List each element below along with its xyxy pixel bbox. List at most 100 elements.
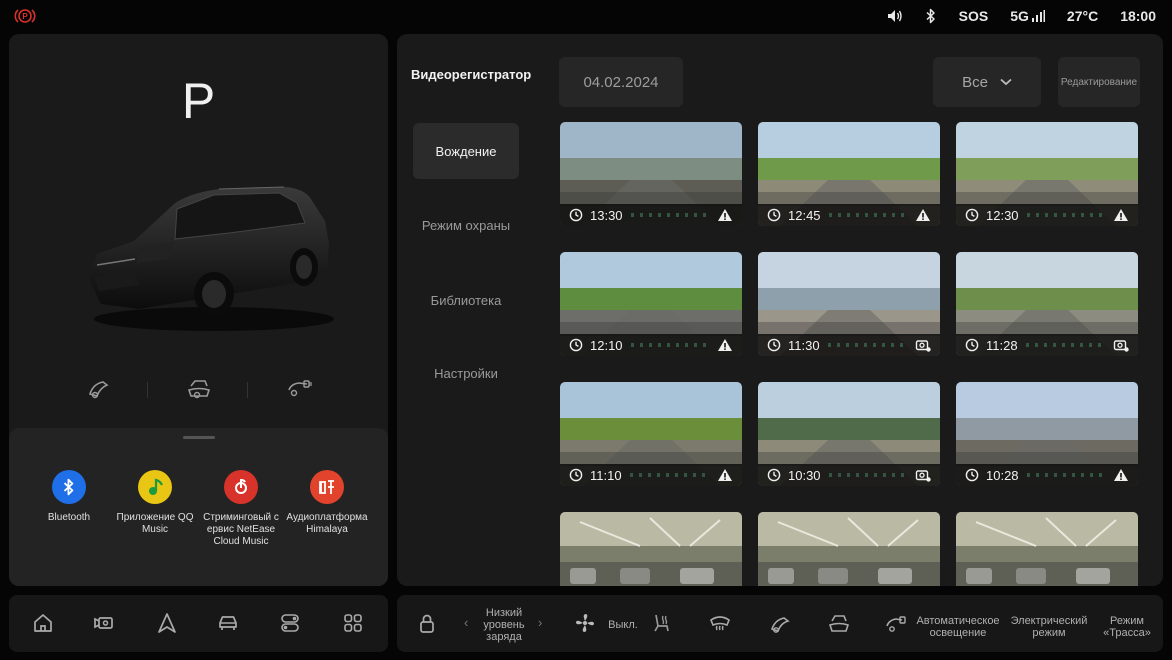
app-bluetooth[interactable]: Bluetooth <box>27 470 111 524</box>
clip-preview-image <box>560 512 742 586</box>
clock-icon <box>569 208 583 222</box>
home-icon[interactable] <box>31 611 55 635</box>
clip-timeline <box>828 213 907 217</box>
photo-icon <box>1113 340 1129 352</box>
clip-time: 12:30 <box>986 207 1019 223</box>
clip-time: 11:28 <box>986 337 1018 353</box>
clip-time: 11:10 <box>590 467 622 483</box>
clip-thumbnail[interactable]: 11:10 <box>560 382 742 486</box>
volume-icon[interactable] <box>887 9 903 23</box>
qq-music-icon <box>138 470 172 504</box>
sos-label[interactable]: SOS <box>959 8 989 24</box>
warning-icon <box>718 469 732 481</box>
highway-mode-toggle[interactable]: Режим «Трасса» <box>1097 615 1157 639</box>
apps-drawer: Bluetooth Приложение QQ Music Стримингов… <box>9 428 388 586</box>
photo-icon <box>915 470 931 482</box>
clip-thumbnail[interactable]: 11:30 <box>758 252 940 356</box>
netease-music-icon <box>224 470 258 504</box>
edit-button[interactable]: Редактирование <box>1058 57 1140 107</box>
seat-heating-icon[interactable] <box>649 611 673 635</box>
himalaya-icon <box>310 470 344 504</box>
defrost-icon[interactable] <box>708 611 732 635</box>
chevron-left-icon[interactable]: ‹ <box>464 615 468 630</box>
clip-thumbnail[interactable] <box>758 512 940 586</box>
car-image <box>89 186 334 331</box>
clip-timeline <box>1026 473 1105 477</box>
fan-icon[interactable] <box>573 611 597 635</box>
chevron-right-icon[interactable]: › <box>538 615 542 630</box>
warning-icon <box>718 339 732 351</box>
temperature: 27°C <box>1066 8 1099 24</box>
photo-icon <box>915 340 931 352</box>
car-settings-icon[interactable] <box>216 611 240 635</box>
clock-icon <box>767 208 781 222</box>
clip-time: 11:30 <box>788 337 820 353</box>
parking-brake-warning-icon: P <box>14 9 36 23</box>
clip-info-bar: 11:10 <box>560 464 742 486</box>
battery-mode-label[interactable]: Низкий уровень заряда <box>475 607 533 643</box>
auto-light-toggle[interactable]: Автоматическое освещение <box>911 615 1005 639</box>
lock-icon[interactable] <box>415 611 439 635</box>
clip-thumbnail[interactable]: 11:28 <box>956 252 1138 356</box>
clip-timeline <box>629 473 709 477</box>
apps-grid-icon[interactable] <box>341 611 365 635</box>
clock-icon <box>965 338 979 352</box>
nav-settings[interactable]: Настройки <box>413 345 519 401</box>
clip-info-bar: 12:10 <box>560 334 742 356</box>
electric-mode-toggle[interactable]: Электрический режим <box>1005 615 1093 639</box>
date-picker[interactable]: 04.02.2024 <box>559 57 683 107</box>
clip-thumbnail[interactable]: 12:45 <box>758 122 940 226</box>
clip-thumbnail[interactable]: 10:30 <box>758 382 940 486</box>
warning-icon <box>916 209 930 221</box>
clip-timeline <box>827 343 907 347</box>
signal-icon <box>1031 10 1045 22</box>
clip-time: 12:10 <box>590 337 623 353</box>
clip-timeline <box>1026 213 1105 217</box>
clip-info-bar: 12:45 <box>758 204 940 226</box>
filter-dropdown[interactable]: Все <box>933 57 1041 107</box>
app-label: Аудиоплатформа Himalaya <box>286 512 368 535</box>
charging-cable-icon[interactable] <box>285 374 313 402</box>
svg-text:P: P <box>22 12 28 21</box>
network-indicator: 5G <box>1010 8 1045 24</box>
clip-preview-image <box>956 512 1138 586</box>
gear-indicator: P <box>181 73 216 129</box>
camera-icon[interactable] <box>92 611 116 635</box>
chevron-down-icon <box>1000 78 1012 86</box>
bluetooth-icon <box>52 470 86 504</box>
bluetooth-icon[interactable] <box>925 8 937 24</box>
dock-navigation <box>9 595 388 652</box>
clip-thumbnail[interactable] <box>560 512 742 586</box>
clock-icon <box>767 338 781 352</box>
toggles-icon[interactable] <box>278 611 302 635</box>
clip-thumbnail[interactable]: 10:28 <box>956 382 1138 486</box>
app-qq-music[interactable]: Приложение QQ Music <box>113 470 197 536</box>
trunk-icon[interactable] <box>185 374 213 402</box>
filter-value: Все <box>962 73 988 91</box>
dashcam-panel: Видеорегистратор Вождение Режим охраны Б… <box>397 34 1163 586</box>
dock-quick-controls: ‹ Низкий уровень заряда › Выкл. Автомати… <box>397 595 1163 652</box>
clip-grid: 13:30 12:45 12:30 12:10 11:30 11:28 11:10 10:30… <box>560 122 1140 586</box>
navigation-icon[interactable] <box>155 611 179 635</box>
nav-driving[interactable]: Вождение <box>413 123 519 179</box>
vehicle-panel: P Bluetooth Приложение QQ Music Стриминг… <box>9 34 388 586</box>
clip-time: 13:30 <box>590 207 623 223</box>
app-label: Стриминговый с ервис NetEase Cloud Music <box>203 512 279 547</box>
clock-icon <box>767 468 781 482</box>
clock-icon <box>965 468 979 482</box>
status-bar: P SOS 5G 27°C 18:00 <box>0 0 1172 32</box>
charging-cable-icon[interactable] <box>884 611 908 635</box>
clip-thumbnail[interactable]: 13:30 <box>560 122 742 226</box>
trunk-icon[interactable] <box>827 611 851 635</box>
app-netease-music[interactable]: Стриминговый с ервис NetEase Cloud Music <box>199 470 283 548</box>
nav-security-mode[interactable]: Режим охраны <box>413 197 519 253</box>
page-title: Видеорегистратор <box>411 67 532 82</box>
clip-thumbnail[interactable] <box>956 512 1138 586</box>
clip-thumbnail[interactable]: 12:30 <box>956 122 1138 226</box>
drawer-handle[interactable] <box>183 436 215 439</box>
charge-port-icon[interactable] <box>85 374 113 402</box>
app-himalaya[interactable]: Аудиоплатформа Himalaya <box>285 470 369 536</box>
nav-library[interactable]: Библиотека <box>413 272 519 328</box>
clip-thumbnail[interactable]: 12:10 <box>560 252 742 356</box>
charge-port-icon[interactable] <box>768 611 792 635</box>
